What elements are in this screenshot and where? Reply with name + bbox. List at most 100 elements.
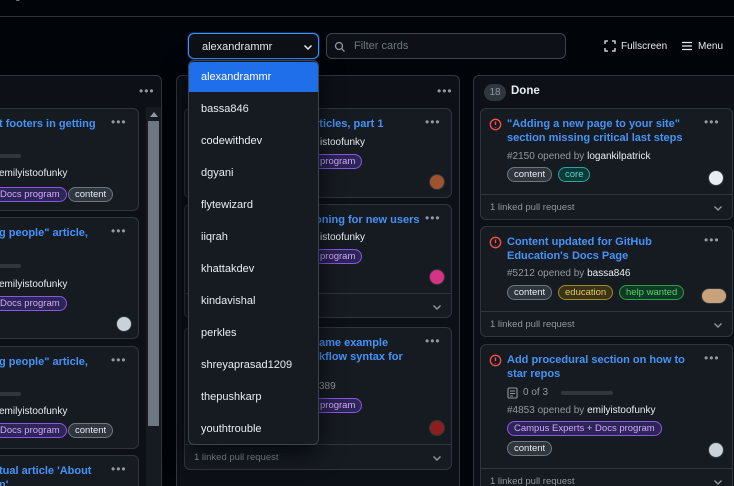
- chevron-down-icon: [433, 305, 441, 310]
- label[interactable]: content: [507, 167, 553, 182]
- avatar[interactable]: [701, 288, 727, 304]
- avatar[interactable]: [429, 269, 445, 285]
- card-title[interactable]: tual article 'Aboutn': [0, 464, 91, 486]
- avatar[interactable]: [116, 316, 132, 332]
- dropdown-option[interactable]: flytewizard: [189, 190, 318, 220]
- card[interactable]: g people" article, ••• emilyistoofunky D…: [0, 346, 139, 449]
- card-title[interactable]: "Adding a new page to your site" section …: [507, 117, 682, 145]
- filter-cards-input[interactable]: Filter cards: [326, 33, 566, 59]
- linked-pull-requests[interactable]: 1 linked pull request: [481, 468, 732, 486]
- card-menu-icon[interactable]: •••: [111, 115, 127, 129]
- label[interactable]: Docs program: [0, 296, 67, 311]
- card[interactable]: Content updated for GitHub Education's Do…: [480, 226, 733, 337]
- card-title[interactable]: rticles, part 1: [315, 117, 383, 131]
- dropdown-option[interactable]: codewithdev: [189, 126, 318, 156]
- dropdown-option[interactable]: kindavishal: [189, 286, 318, 316]
- card-author: emilyistoofunky: [0, 279, 68, 290]
- scroll-up-arrow[interactable]: [150, 112, 158, 117]
- label[interactable]: Campus Experts + Docs program: [507, 421, 662, 436]
- assignee-select[interactable]: alexandrammr: [188, 33, 319, 59]
- dropdown-option[interactable]: alexandrammr: [189, 62, 318, 92]
- linked-label: 1 linked pull request: [490, 319, 575, 330]
- card-meta: #2150 opened by logankilpatrick: [507, 151, 651, 162]
- label[interactable]: help wanted: [619, 285, 685, 300]
- card-number: 389: [319, 381, 336, 392]
- label[interactable]: content: [68, 187, 114, 202]
- progress-track: [0, 154, 21, 158]
- label[interactable]: Docs program: [0, 423, 67, 438]
- label[interactable]: core: [558, 167, 591, 182]
- linked-label: 1 linked pull request: [490, 476, 575, 486]
- dropdown-option[interactable]: shreyaprasad1209: [189, 350, 318, 380]
- card-menu-icon[interactable]: •••: [704, 115, 720, 129]
- card[interactable]: Add procedural section on how to star rep…: [480, 344, 733, 486]
- card-menu-icon[interactable]: •••: [425, 115, 441, 129]
- dropdown-option[interactable]: thepushkarp: [189, 382, 318, 412]
- fullscreen-button[interactable]: Fullscreen: [604, 36, 667, 56]
- card[interactable]: tual article 'Aboutn' •••: [0, 455, 139, 486]
- column-count-badge: 18: [484, 84, 506, 101]
- assignee-dropdown-list: alexandrammr bassa846 codewithdev dgyani…: [188, 60, 319, 445]
- card-menu-icon[interactable]: •••: [111, 462, 127, 476]
- card-title[interactable]: ame example kflow syntax for: [319, 336, 403, 364]
- menu-button[interactable]: Menu: [681, 36, 723, 56]
- progress-track: [0, 392, 21, 396]
- avatar[interactable]: [708, 442, 724, 458]
- label[interactable]: program: [313, 154, 363, 169]
- card-title[interactable]: t footers in getting: [0, 117, 96, 131]
- avatar[interactable]: [708, 170, 724, 186]
- label[interactable]: program: [313, 398, 363, 413]
- progress-text: 0 of 3: [523, 387, 549, 398]
- label[interactable]: education: [558, 285, 614, 300]
- card[interactable]: t footers in getting ••• emilyistoofunky…: [0, 108, 139, 211]
- card[interactable]: g people" article, ••• emilyistoofunky D…: [0, 217, 139, 339]
- dropdown-option[interactable]: perkles: [189, 318, 318, 348]
- card-menu-icon[interactable]: •••: [425, 211, 441, 225]
- column-menu-icon[interactable]: •••: [437, 84, 453, 98]
- scrollbar[interactable]: [146, 107, 161, 486]
- dropdown-option[interactable]: dgyani: [189, 158, 318, 188]
- avatar[interactable]: [429, 174, 445, 190]
- column-menu-icon[interactable]: •••: [139, 84, 155, 98]
- progress-track: [0, 264, 21, 268]
- top-strip-text: insights: [0, 0, 34, 2]
- label[interactable]: program: [313, 249, 363, 264]
- card-menu-icon[interactable]: •••: [704, 351, 720, 365]
- card-menu-icon[interactable]: •••: [704, 233, 720, 247]
- card-menu-icon[interactable]: •••: [111, 224, 127, 238]
- card[interactable]: "Adding a new page to your site" section …: [480, 108, 733, 220]
- linked-label: 1 linked pull request: [490, 202, 575, 213]
- card-author: emilyistoofunky: [0, 406, 68, 417]
- card-title[interactable]: g people" article,: [0, 355, 88, 369]
- label[interactable]: content: [68, 423, 114, 438]
- card-author: emilyistoofunky: [0, 168, 68, 179]
- linked-pull-requests[interactable]: 1 linked pull request: [481, 311, 732, 336]
- scrollbar-thumb[interactable]: [148, 121, 159, 426]
- card-menu-icon[interactable]: •••: [111, 353, 127, 367]
- card-menu-icon[interactable]: •••: [425, 334, 441, 348]
- filter-placeholder: Filter cards: [354, 40, 409, 52]
- label[interactable]: content: [507, 441, 553, 456]
- top-strip: insights: [0, 0, 734, 17]
- card-title[interactable]: Content updated for GitHub Education's Do…: [507, 235, 652, 263]
- issue-closed-icon: [489, 236, 502, 249]
- linked-pull-requests[interactable]: 1 linked pull request: [481, 194, 732, 219]
- avatar[interactable]: [429, 420, 445, 436]
- column-title: Done: [511, 85, 540, 97]
- dropdown-option[interactable]: iiqrah: [189, 222, 318, 252]
- label[interactable]: content: [507, 285, 553, 300]
- linked-pull-requests[interactable]: 1 linked pull request: [185, 444, 451, 469]
- card-title[interactable]: Add procedural section on how to star rep…: [507, 353, 685, 381]
- tasklist-icon: [507, 387, 518, 399]
- label[interactable]: Docs program: [0, 187, 67, 202]
- chevron-down-icon: [714, 323, 722, 328]
- card-meta: #5212 opened by bassa846: [507, 268, 631, 279]
- card-title[interactable]: oning for new users: [315, 213, 420, 227]
- card-title[interactable]: g people" article,: [0, 226, 88, 240]
- dropdown-option[interactable]: youthtrouble: [189, 414, 318, 444]
- dropdown-option[interactable]: bassa846: [189, 94, 318, 124]
- card-author: istoofunky: [320, 232, 366, 243]
- hamburger-icon: [682, 41, 692, 51]
- chevron-down-icon: [714, 480, 722, 485]
- dropdown-option[interactable]: khattakdev: [189, 254, 318, 284]
